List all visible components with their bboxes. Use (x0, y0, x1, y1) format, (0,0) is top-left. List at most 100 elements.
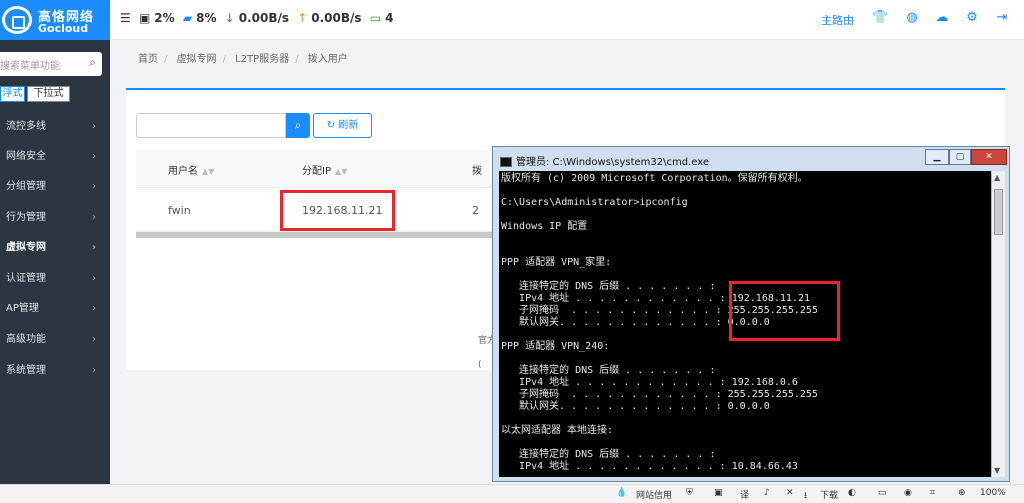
sidebar-item-flow-control[interactable]: 流控多线 › (0, 112, 110, 142)
sort-icon[interactable]: ▲▼ (335, 167, 347, 176)
column-dial[interactable]: 拨 (472, 162, 482, 177)
column-assigned-ip[interactable]: 分配IP ▲▼ (302, 162, 347, 177)
zoom-level[interactable]: 100% (980, 488, 1006, 498)
image-icon[interactable]: ▣ (714, 488, 723, 498)
logout-icon[interactable]: ⇥ (994, 10, 1010, 26)
speaker-icon[interactable]: ♪ (764, 488, 770, 498)
console-line: 连接特定的 DNS 后缀 . . . . . . . : (501, 365, 716, 376)
chevron-right-icon: › (92, 303, 96, 314)
breadcrumb: 首页 / 虚拟专网 / L2TP服务器 / 拨入用户 (138, 54, 348, 65)
cmd-title[interactable]: 管理员: C:\Windows\system32\cmd.exe (500, 153, 709, 168)
refresh-button[interactable]: ↻ 刷新 (313, 113, 372, 138)
sidebar-item-label: 流控多线 (6, 121, 46, 132)
cell-dial: 2 (472, 204, 479, 217)
table-header: 用户名 ▲▼ 分配IP ▲▼ 拨 (136, 150, 496, 188)
sound-icon[interactable]: ◉ (904, 488, 912, 498)
download-label[interactable]: 下载 (820, 488, 838, 501)
sidebar-item-label: 行为管理 (6, 212, 46, 223)
site-credit-label[interactable]: 网站信用 (636, 488, 672, 501)
close-button[interactable]: ✕ (971, 149, 1007, 165)
cloud-upload-icon[interactable]: ☁ (934, 10, 950, 26)
search-icon: ⌕ (294, 118, 302, 132)
search-input[interactable] (136, 113, 286, 138)
breadcrumb-l2tp[interactable]: L2TP服务器 (235, 54, 289, 65)
zoom-icon[interactable]: ⊕ (958, 488, 966, 498)
scroll-up-icon[interactable]: ▲ (994, 173, 1000, 182)
cloud-logo-icon (2, 6, 32, 34)
menu-search-placeholder: 搜索菜单功能 (0, 61, 60, 72)
logo[interactable]: 高恪网络 Gocloud (0, 0, 110, 40)
chevron-right-icon: › (92, 151, 96, 162)
tool-icon[interactable]: ✕ (786, 488, 794, 498)
capture-icon[interactable]: ⌗ (930, 488, 935, 498)
upload-arrow-icon: ↑ (297, 11, 308, 25)
download-icon[interactable]: ⭳ (804, 488, 807, 503)
cmd-title-text: 管理员: C:\Windows\system32\cmd.exe (516, 157, 710, 168)
scroll-down-icon[interactable]: ▼ (994, 466, 1000, 475)
refresh-label: 刷新 (338, 120, 359, 131)
sidebar-item-behavior-management[interactable]: 行为管理 › (0, 203, 110, 233)
drop-icon: 💧 (616, 488, 628, 498)
main-router-link[interactable]: 主路由 (821, 12, 854, 28)
translate-icon[interactable]: 译 (740, 488, 749, 501)
menu-toggle-icon[interactable]: ☰ (120, 11, 131, 25)
globe-icon[interactable]: ◍ (904, 10, 920, 26)
cpu-value: 2% (154, 11, 175, 25)
sidebar-item-group-management[interactable]: 分组管理 › (0, 172, 110, 202)
shirt-icon[interactable]: 👕 (872, 10, 888, 26)
table-horizontal-scrollbar[interactable] (136, 232, 496, 238)
sidebar-item-auth-management[interactable]: 认证管理 › (0, 264, 110, 294)
sidebar-item-label: 分组管理 (6, 181, 46, 192)
mode-dropdown-button[interactable]: 下拉式 (27, 86, 70, 102)
brand-name-en: Gocloud (38, 22, 89, 35)
breadcrumb-vpn[interactable]: 虚拟专网 (177, 54, 217, 65)
upload-speed: 0.00B/s (311, 11, 362, 25)
sidebar-item-advanced[interactable]: 高级功能 › (0, 325, 110, 355)
console-line: Windows IP 配置 (501, 221, 588, 232)
sidebar-item-vpn[interactable]: 虚拟专网 › (0, 233, 110, 263)
sidebar-item-label: 系统管理 (6, 365, 46, 376)
search-icon[interactable]: ⌕ (89, 55, 96, 70)
sidebar-item-label: 认证管理 (6, 273, 46, 284)
column-label: 拨 (472, 166, 482, 177)
console-line: 连接特定的 DNS 后缀 . . . . . . . : (501, 449, 716, 460)
game-icon[interactable]: ◐ (848, 488, 856, 498)
shield-icon[interactable]: ⛨ (686, 488, 693, 498)
console-line: 版权所有 (c) 2009 Microsoft Corporation。保留所有… (501, 173, 808, 184)
scrollbar-thumb[interactable] (994, 189, 1003, 235)
chevron-right-icon: › (92, 365, 96, 376)
cmd-app-icon (500, 157, 512, 167)
refresh-icon: ↻ (326, 120, 336, 131)
console-line: PPP 适配器 VPN_家里: (501, 257, 612, 268)
console-line: IPv4 地址 . . . . . . . . . . . . : 10.84.… (501, 461, 798, 472)
status-bar: 💧 网站信用 ⛨ ▣ 译 ♪ ✕ ⭳ 下载 ◐ ▭ ◉ ⌗ ⊕ 100% (0, 484, 1024, 503)
menu-search-input[interactable]: 搜索菜单功能 ⌕ (0, 52, 102, 76)
cpu-icon: ▣ (138, 11, 151, 25)
sidebar-item-system[interactable]: 系统管理 › (0, 356, 110, 386)
gear-icon[interactable]: ⚙ (964, 10, 980, 26)
sort-icon[interactable]: ▲▼ (202, 167, 214, 176)
breadcrumb-home[interactable]: 首页 (138, 54, 158, 65)
sidebar-item-network-security[interactable]: 网络安全 › (0, 142, 110, 172)
chevron-right-icon: › (92, 334, 96, 345)
sidebar-item-ap-management[interactable]: AP管理 › (0, 294, 110, 324)
search-button[interactable]: ⌕ (286, 113, 310, 138)
column-username[interactable]: 用户名 ▲▼ (168, 162, 214, 177)
chevron-right-icon: › (92, 273, 96, 284)
minimize-button[interactable]: ▁ (925, 149, 949, 165)
window-icon[interactable]: ▭ (878, 488, 887, 498)
mode-float-button[interactable]: 浮式 (0, 86, 25, 102)
console-line: IPv4 地址 . . . . . . . . . . . . : 192.16… (501, 377, 798, 388)
chevron-right-icon: › (91, 242, 96, 253)
cell-username: fwin (168, 204, 191, 217)
console-scrollbar[interactable]: ▲ ▼ (991, 171, 1005, 477)
chevron-right-icon: › (92, 212, 96, 223)
memory-value: 8% (196, 11, 217, 25)
maximize-button[interactable]: ▢ (949, 149, 971, 165)
